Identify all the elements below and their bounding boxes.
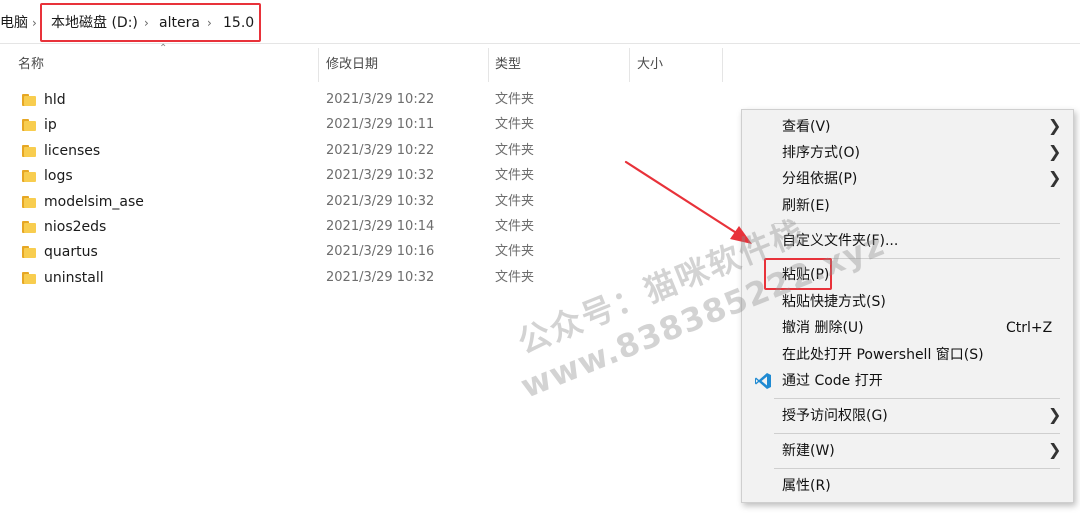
menu-item-label: 排序方式(O) <box>782 145 860 161</box>
file-date: 2021/3/29 10:11 <box>326 117 435 132</box>
menu-item-new[interactable]: 新建(W) ❯ <box>742 438 1073 464</box>
column-divider[interactable] <box>722 48 723 82</box>
menu-separator <box>774 398 1060 399</box>
menu-item-label: 在此处打开 Powershell 窗口(S) <box>782 347 984 363</box>
chevron-right-icon: ❯ <box>1048 116 1062 135</box>
breadcrumb-folder[interactable]: altera <box>159 14 200 32</box>
file-row-logs[interactable]: logs 2021/3/29 10:32 文件夹 <box>0 164 720 189</box>
folder-icon <box>22 94 36 106</box>
column-divider[interactable] <box>629 48 630 82</box>
file-type: 文件夹 <box>495 92 535 107</box>
column-divider[interactable] <box>488 48 489 82</box>
file-date: 2021/3/29 10:14 <box>326 219 435 234</box>
context-menu: 查看(V) ❯ 排序方式(O) ❯ 分组依据(P) ❯ 刷新(E) 自定义文件夹… <box>741 109 1074 503</box>
file-name[interactable]: ip <box>44 116 57 134</box>
menu-item-label: 粘贴快捷方式(S) <box>782 294 886 310</box>
chevron-right-icon[interactable]: › <box>32 15 37 31</box>
file-date: 2021/3/29 10:22 <box>326 143 435 158</box>
file-date: 2021/3/29 10:32 <box>326 168 435 183</box>
file-name[interactable]: hld <box>44 91 66 109</box>
menu-item-label: 属性(R) <box>782 478 831 494</box>
menu-item-shortcut: Ctrl+Z <box>1006 320 1053 336</box>
file-row-quartus[interactable]: quartus 2021/3/29 10:16 文件夹 <box>0 240 720 265</box>
menu-item-undo-delete[interactable]: 撤消 删除(U) Ctrl+Z <box>742 315 1073 341</box>
file-row-ip[interactable]: ip 2021/3/29 10:11 文件夹 <box>0 113 720 138</box>
folder-icon <box>22 170 36 182</box>
file-row-licenses[interactable]: licenses 2021/3/29 10:22 文件夹 <box>0 139 720 164</box>
chevron-right-icon[interactable]: › <box>144 15 149 31</box>
menu-item-grant-access[interactable]: 授予访问权限(G) ❯ <box>742 403 1073 429</box>
file-type: 文件夹 <box>495 270 535 285</box>
file-date: 2021/3/29 10:32 <box>326 194 435 209</box>
menu-item-properties[interactable]: 属性(R) <box>742 473 1073 499</box>
file-type: 文件夹 <box>495 244 535 259</box>
file-name[interactable]: nios2eds <box>44 218 106 236</box>
folder-icon <box>22 221 36 233</box>
menu-item-label: 自定义文件夹(F)... <box>782 233 899 249</box>
menu-item-customize-folder[interactable]: 自定义文件夹(F)... <box>742 228 1073 254</box>
file-date: 2021/3/29 10:22 <box>326 92 435 107</box>
chevron-right-icon: ❯ <box>1048 440 1062 459</box>
menu-item-label: 授予访问权限(G) <box>782 408 888 424</box>
breadcrumb-parent[interactable]: 电脑 <box>0 14 28 32</box>
chevron-right-icon: ❯ <box>1048 405 1062 424</box>
chevron-right-icon[interactable]: › <box>207 15 212 31</box>
file-name[interactable]: quartus <box>44 243 98 261</box>
file-row-uninstall[interactable]: uninstall 2021/3/29 10:32 文件夹 <box>0 266 720 291</box>
file-date: 2021/3/29 10:32 <box>326 270 435 285</box>
column-header-size[interactable]: 大小 <box>637 56 663 74</box>
file-name[interactable]: uninstall <box>44 269 104 287</box>
column-header-name[interactable]: 名称 <box>18 56 44 74</box>
file-row-hld[interactable]: hld 2021/3/29 10:22 文件夹 <box>0 88 720 113</box>
file-name[interactable]: modelsim_ase <box>44 193 144 211</box>
sort-up-icon: ⌃ <box>159 43 168 54</box>
vscode-icon <box>755 373 771 389</box>
menu-item-label: 撤消 删除(U) <box>782 320 864 336</box>
folder-icon <box>22 272 36 284</box>
file-name[interactable]: logs <box>44 167 73 185</box>
menu-item-label: 分组依据(P) <box>782 171 858 187</box>
file-row-nios2eds[interactable]: nios2eds 2021/3/29 10:14 文件夹 <box>0 215 720 240</box>
menu-item-paste-shortcut[interactable]: 粘贴快捷方式(S) <box>742 289 1073 315</box>
menu-separator <box>774 433 1060 434</box>
file-type: 文件夹 <box>495 143 535 158</box>
folder-icon <box>22 145 36 157</box>
menu-item-label: 通过 Code 打开 <box>782 373 883 389</box>
file-name[interactable]: licenses <box>44 142 100 160</box>
menu-item-refresh[interactable]: 刷新(E) <box>742 193 1073 219</box>
file-type: 文件夹 <box>495 194 535 209</box>
file-type: 文件夹 <box>495 219 535 234</box>
column-divider[interactable] <box>318 48 319 82</box>
chevron-right-icon: ❯ <box>1048 168 1062 187</box>
menu-separator <box>774 258 1060 259</box>
menu-item-paste[interactable]: 粘贴(P) <box>742 262 1073 288</box>
breadcrumb-drive[interactable]: 本地磁盘 (D:) <box>51 14 138 32</box>
menu-item-label: 刷新(E) <box>782 198 830 214</box>
file-row-modelsim-ase[interactable]: modelsim_ase 2021/3/29 10:32 文件夹 <box>0 190 720 215</box>
menu-separator <box>774 223 1060 224</box>
address-bar[interactable]: 电脑 › 本地磁盘 (D:) › altera › 15.0 <box>0 0 1080 44</box>
menu-item-view[interactable]: 查看(V) ❯ <box>742 114 1073 140</box>
breadcrumb-current[interactable]: 15.0 <box>223 14 254 32</box>
menu-item-group[interactable]: 分组依据(P) ❯ <box>742 166 1073 192</box>
folder-icon <box>22 196 36 208</box>
file-type: 文件夹 <box>495 117 535 132</box>
chevron-right-icon: ❯ <box>1048 142 1062 161</box>
menu-separator <box>774 468 1060 469</box>
menu-item-open-with-code[interactable]: 通过 Code 打开 <box>742 368 1073 394</box>
folder-icon <box>22 246 36 258</box>
file-type: 文件夹 <box>495 168 535 183</box>
menu-item-label: 粘贴(P) <box>782 267 830 283</box>
menu-item-label: 新建(W) <box>782 443 835 459</box>
menu-item-open-powershell[interactable]: 在此处打开 Powershell 窗口(S) <box>742 342 1073 368</box>
file-date: 2021/3/29 10:16 <box>326 244 435 259</box>
menu-item-label: 查看(V) <box>782 119 831 135</box>
menu-item-sort[interactable]: 排序方式(O) ❯ <box>742 140 1073 166</box>
column-header-date[interactable]: 修改日期 <box>326 56 378 74</box>
column-header-type[interactable]: 类型 <box>495 56 521 74</box>
folder-icon <box>22 119 36 131</box>
